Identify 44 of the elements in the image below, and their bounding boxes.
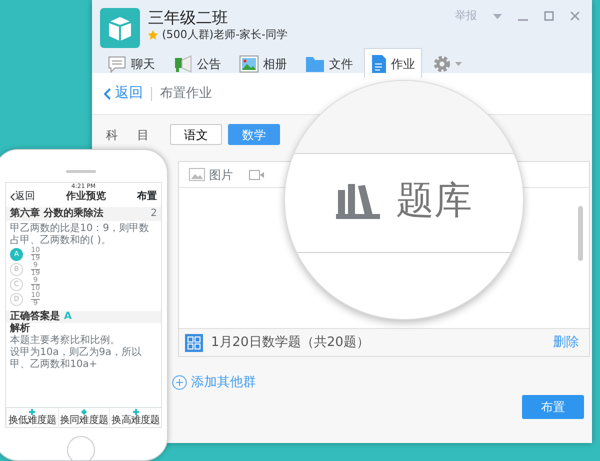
caret-down-icon[interactable] (493, 14, 502, 19)
question-counter: 2 (150, 208, 157, 220)
caret-down-icon (455, 62, 462, 66)
book-logo-icon (100, 8, 140, 48)
phone-back-link[interactable]: 返回 (10, 191, 35, 203)
plus-circle-icon (172, 375, 187, 390)
difficulty-button[interactable]: 换高难度题 (109, 408, 161, 427)
image-icon (189, 168, 205, 181)
image-tool[interactable]: 图片 (189, 166, 233, 184)
tab[interactable]: 聊天 (100, 48, 162, 78)
analysis-text: 设甲为10a，则乙为9a，所以甲、乙两数和10a+ (9, 347, 142, 371)
analysis-text: 本题主要考察比和比例。 (9, 335, 121, 346)
video-camera-icon[interactable] (249, 168, 265, 180)
analysis-title: 解析 (8, 323, 31, 334)
answer-label: 正确答案是 (10, 311, 60, 322)
document-icon (371, 54, 387, 74)
group-subtitle: (500人群)老师-家长-同学 (162, 28, 288, 42)
tab[interactable]: 作业 (364, 48, 422, 78)
plus-icon (132, 409, 139, 415)
answer-letter: A (64, 311, 72, 323)
difficulty-button[interactable]: 换低难度题 (6, 408, 58, 427)
settings-icon (433, 54, 451, 72)
question-text: 甲乙两数的比是10：9，则甲数占甲、乙两数和的( )。 (9, 223, 150, 246)
maximize-icon[interactable] (544, 11, 554, 22)
difficulty-button[interactable]: 换同难度题 (58, 408, 110, 427)
subject-tab[interactable]: 语文 (170, 124, 222, 145)
plus-icon (29, 409, 36, 415)
page-title: 布置作业 (160, 84, 212, 103)
close-icon[interactable] (570, 11, 580, 22)
scrollbar[interactable] (578, 206, 583, 261)
phone-title: 作业预览 (66, 191, 106, 203)
window-title: 三年级二班 (148, 8, 229, 28)
phone-action-link[interactable]: 布置 (137, 191, 157, 203)
chapter-title: 第六章 分数的乘除法 (10, 208, 104, 220)
question-bank-label: 题库 (396, 181, 472, 219)
chevron-left-icon (104, 88, 111, 100)
attachment-title: 1月20日数学题（共20题） (211, 334, 370, 352)
chevron-left-icon (10, 193, 15, 201)
home-button[interactable] (67, 436, 95, 461)
subject-label: 科目 (105, 126, 170, 144)
tab[interactable]: 公告 (166, 48, 228, 78)
grid-app-icon (185, 334, 203, 352)
double-arrow-icon (81, 409, 87, 415)
tab[interactable]: 文件 (298, 48, 360, 78)
